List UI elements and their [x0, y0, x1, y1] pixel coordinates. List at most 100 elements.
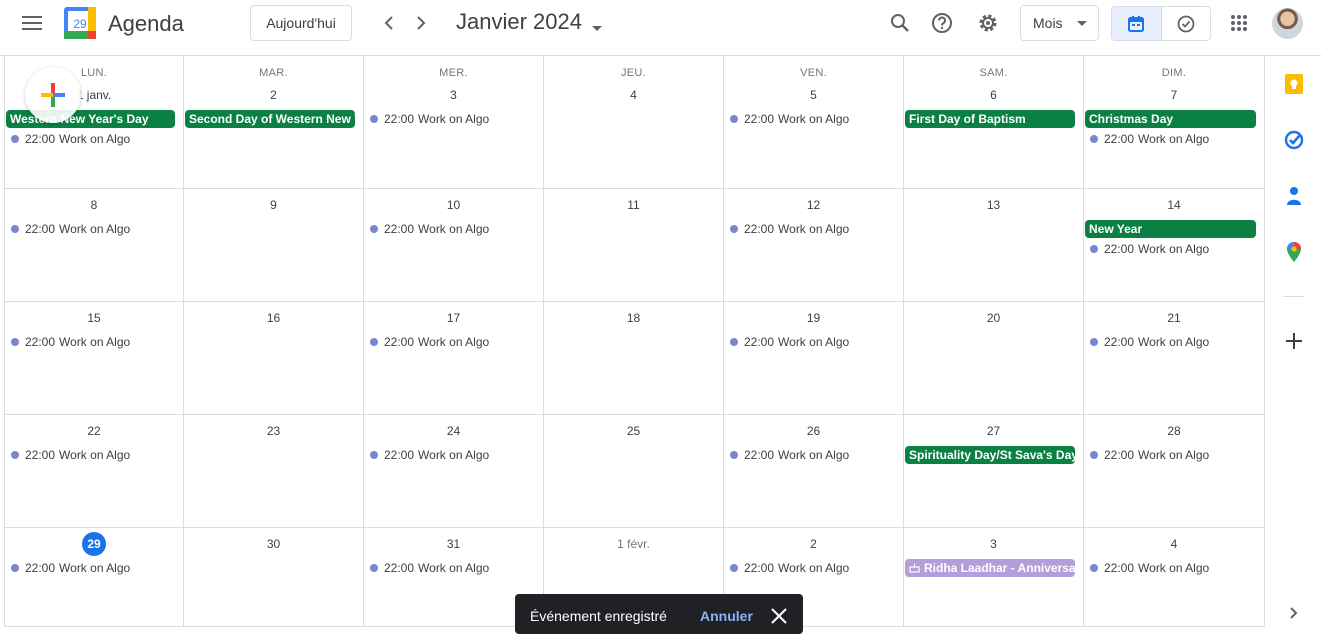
day-cell[interactable]: 17 22:00 Work on Algo [364, 302, 544, 415]
day-cell[interactable]: 25 [544, 415, 724, 528]
date-number[interactable]: 7 [1084, 88, 1264, 102]
view-selector[interactable]: Mois [1020, 5, 1099, 41]
date-number[interactable]: 6 [904, 88, 1083, 102]
event-item[interactable]: 22:00 Work on Algo [370, 559, 539, 577]
date-number[interactable]: 15 [5, 311, 183, 325]
day-cell[interactable]: 20 [904, 302, 1084, 415]
expand-panel-chevron-icon[interactable] [1283, 602, 1305, 624]
date-number[interactable]: 16 [184, 311, 363, 325]
event-item[interactable]: 22:00 Work on Algo [730, 559, 899, 577]
date-number[interactable]: 19 [724, 311, 903, 325]
create-event-button[interactable] [25, 67, 81, 123]
event-item[interactable]: 22:00 Work on Algo [730, 220, 899, 238]
date-number[interactable]: 14 [1084, 198, 1264, 212]
date-number[interactable]: 5 [724, 88, 903, 102]
date-number[interactable]: 9 [184, 198, 363, 212]
period-dropdown-icon[interactable] [592, 19, 602, 37]
date-number[interactable]: 25 [544, 424, 723, 438]
calendar-logo-icon[interactable]: 29 [64, 7, 96, 39]
date-number[interactable]: 2 [184, 88, 363, 102]
undo-button[interactable]: Annuler [700, 608, 753, 624]
day-cell[interactable]: 11 [544, 189, 724, 302]
date-number[interactable]: 3 [364, 88, 543, 102]
apps-grid-icon[interactable] [1219, 3, 1259, 43]
today-date-number[interactable]: 29 [82, 532, 106, 556]
day-cell[interactable]: 15 22:00 Work on Algo [4, 302, 184, 415]
day-cell[interactable]: 30 [184, 528, 364, 627]
date-number[interactable]: 4 [1084, 537, 1264, 551]
day-cell[interactable]: 23 [184, 415, 364, 528]
day-cell[interactable]: DIM. 7 Christmas Day 22:00 Work on Algo [1084, 56, 1265, 189]
tasks-icon[interactable] [1283, 129, 1305, 151]
date-number[interactable]: 20 [904, 311, 1083, 325]
event-item[interactable]: 22:00 Work on Algo [730, 110, 899, 128]
day-cell[interactable]: SAM. 6 First Day of Baptism [904, 56, 1084, 189]
event-item[interactable]: 22:00 Work on Algo [1090, 446, 1260, 464]
holiday-chip[interactable]: First Day of Baptism [905, 110, 1075, 128]
keep-icon[interactable] [1283, 73, 1305, 95]
day-cell[interactable]: JEU. 4 [544, 56, 724, 189]
holiday-chip[interactable]: New Year [1085, 220, 1256, 238]
period-title[interactable]: Janvier 2024 [456, 9, 582, 35]
day-cell[interactable]: MER. 3 22:00 Work on Algo [364, 56, 544, 189]
date-number[interactable]: 27 [904, 424, 1083, 438]
event-item[interactable]: 22:00 Work on Algo [370, 446, 539, 464]
date-number[interactable]: 23 [184, 424, 363, 438]
date-number[interactable]: 21 [1084, 311, 1264, 325]
day-cell[interactable]: 29 22:00 Work on Algo [4, 528, 184, 627]
event-item[interactable]: 22:00 Work on Algo [11, 130, 179, 148]
day-cell[interactable]: 3 Ridha Laadhar - Anniversaire [904, 528, 1084, 627]
holiday-chip[interactable]: Christmas Day [1085, 110, 1256, 128]
date-number[interactable]: 11 [544, 198, 723, 212]
day-cell[interactable]: 28 22:00 Work on Algo [1084, 415, 1265, 528]
event-item[interactable]: 22:00 Work on Algo [370, 333, 539, 351]
date-number[interactable]: 4 [544, 88, 723, 102]
event-item[interactable]: 22:00 Work on Algo [1090, 333, 1260, 351]
day-cell[interactable]: 9 [184, 189, 364, 302]
date-number[interactable]: 10 [364, 198, 543, 212]
date-number[interactable]: 18 [544, 311, 723, 325]
day-cell[interactable]: 18 [544, 302, 724, 415]
day-cell[interactable]: 27 Spirituality Day/St Sava's Day [904, 415, 1084, 528]
contacts-icon[interactable] [1283, 185, 1305, 207]
date-number[interactable]: 28 [1084, 424, 1264, 438]
holiday-chip[interactable]: Spirituality Day/St Sava's Day [905, 446, 1075, 464]
event-item[interactable]: 22:00 Work on Algo [1090, 240, 1260, 258]
day-cell[interactable]: 22 22:00 Work on Algo [4, 415, 184, 528]
event-item[interactable]: 22:00 Work on Algo [730, 446, 899, 464]
event-item[interactable]: 22:00 Work on Algo [1090, 130, 1260, 148]
event-item[interactable]: 22:00 Work on Algo [11, 559, 179, 577]
day-cell[interactable]: 13 [904, 189, 1084, 302]
date-number[interactable]: 31 [364, 537, 543, 551]
date-number[interactable]: 12 [724, 198, 903, 212]
search-icon[interactable] [880, 3, 920, 43]
tasks-view-toggle[interactable] [1160, 7, 1210, 40]
settings-gear-icon[interactable] [968, 3, 1008, 43]
today-button[interactable]: Aujourd'hui [250, 5, 352, 41]
next-period-icon[interactable] [401, 3, 441, 43]
day-cell[interactable]: VEN. 5 22:00 Work on Algo [724, 56, 904, 189]
date-number[interactable]: 8 [5, 198, 183, 212]
main-menu-icon[interactable] [12, 3, 52, 43]
account-avatar[interactable] [1272, 8, 1303, 39]
date-number[interactable]: 3 [904, 537, 1083, 551]
day-cell[interactable]: 12 22:00 Work on Algo [724, 189, 904, 302]
calendar-view-toggle[interactable] [1112, 7, 1161, 40]
event-item[interactable]: 22:00 Work on Algo [370, 110, 539, 128]
day-cell[interactable]: MAR. 2 Second Day of Western New Y [184, 56, 364, 189]
day-cell[interactable]: 24 22:00 Work on Algo [364, 415, 544, 528]
day-cell[interactable]: 19 22:00 Work on Algo [724, 302, 904, 415]
event-item[interactable]: 22:00 Work on Algo [730, 333, 899, 351]
date-number[interactable]: 22 [5, 424, 183, 438]
maps-icon[interactable] [1283, 241, 1305, 263]
event-item[interactable]: 22:00 Work on Algo [1090, 559, 1260, 577]
day-cell[interactable]: 8 22:00 Work on Algo [4, 189, 184, 302]
add-addon-plus-icon[interactable] [1283, 330, 1305, 352]
day-cell[interactable]: 16 [184, 302, 364, 415]
day-cell[interactable]: 26 22:00 Work on Algo [724, 415, 904, 528]
date-number[interactable]: 30 [184, 537, 363, 551]
day-cell[interactable]: 4 22:00 Work on Algo [1084, 528, 1265, 627]
event-item[interactable]: 22:00 Work on Algo [11, 220, 179, 238]
date-number[interactable]: 13 [904, 198, 1083, 212]
day-cell[interactable]: 14 New Year 22:00 Work on Algo [1084, 189, 1265, 302]
